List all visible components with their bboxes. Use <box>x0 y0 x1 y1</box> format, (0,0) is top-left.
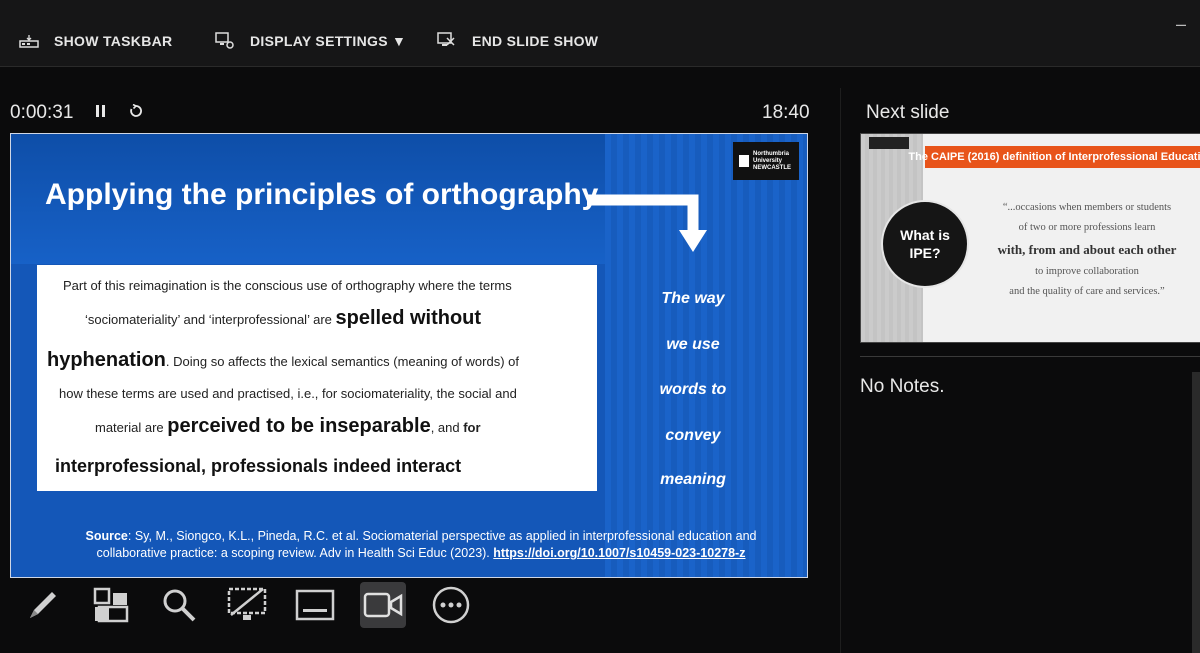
show-taskbar-label: SHOW TASKBAR <box>54 33 173 49</box>
pen-icon <box>30 592 56 618</box>
body-text: , and <box>430 420 464 435</box>
body-emphasis: interprofessional, professionals indeed … <box>55 456 462 476</box>
restart-icon[interactable] <box>129 102 143 124</box>
black-screen-button[interactable] <box>224 582 270 628</box>
taskbar-icon <box>18 30 40 52</box>
more-options-icon <box>432 586 470 624</box>
side-word: The way <box>661 290 725 307</box>
side-word: we use <box>666 336 720 353</box>
notes-scrollbar[interactable] <box>1192 372 1200 653</box>
end-slide-show-button[interactable]: END SLIDE SHOW <box>436 30 598 52</box>
screen-off-icon <box>227 587 267 620</box>
display-settings-button[interactable]: DISPLAY SETTINGS ▼ <box>214 30 406 52</box>
next-slide-thumbnail[interactable]: The CAIPE (2016) definition of Interprof… <box>860 133 1200 343</box>
body-text: material are <box>95 420 168 435</box>
side-word: convey <box>665 427 721 444</box>
slide-title: Applying the principles of orthography <box>45 178 599 211</box>
quote-line: to improve collaboration <box>1035 266 1139 277</box>
speaker-notes: No Notes. <box>860 376 945 397</box>
subtitles-button[interactable] <box>292 582 338 628</box>
slide-text-box: Part of this reimagination is the consci… <box>37 265 597 491</box>
body-line-6: interprofessional, professionals indeed … <box>55 457 615 477</box>
panel-divider <box>840 88 841 653</box>
quote-line: “...occasions when members or students <box>1002 202 1172 213</box>
body-text: ‘sociomateriality’ and ‘interprofessiona… <box>85 312 336 327</box>
slide-source-citation: Source: Sy, M., Siongco, K.L., Pineda, R… <box>51 528 791 562</box>
body-line-4: how these terms are used and practised, … <box>59 386 517 401</box>
bent-arrow-icon <box>587 194 707 252</box>
timer-bar: 0:00:31 <box>10 102 143 124</box>
display-settings-icon <box>214 30 236 52</box>
elapsed-time: 0:00:31 <box>10 102 74 123</box>
thumbnail-header: The CAIPE (2016) definition of Interprof… <box>908 146 1200 168</box>
logo-text: Northumbria University NEWCASTLE <box>753 150 791 171</box>
current-slide[interactable]: Applying the principles of orthography N… <box>10 133 808 578</box>
body-emphasis: for <box>463 420 481 435</box>
body-line-2: ‘sociomateriality’ and ‘interprofessiona… <box>85 307 645 329</box>
thumbnail-logo <box>869 137 909 149</box>
display-settings-label: DISPLAY SETTINGS ▼ <box>250 33 407 49</box>
more-options-button[interactable] <box>428 582 474 628</box>
body-emphasis: spelled without <box>335 307 482 329</box>
crest-icon <box>739 155 749 167</box>
slides-grid-icon <box>93 587 129 623</box>
side-word: meaning <box>660 471 726 488</box>
body-emphasis: perceived to be inseparable <box>167 415 431 437</box>
quote-line: of two or more professions learn <box>1018 222 1156 233</box>
slide-grid-button[interactable] <box>88 582 134 628</box>
university-logo: Northumbria University NEWCASTLE <box>733 142 799 180</box>
source-label: Source <box>85 529 128 543</box>
ipe-circle-line-1: What is <box>900 227 950 243</box>
show-taskbar-button[interactable]: SHOW TASKBAR <box>18 30 172 52</box>
body-line-5: material are perceived to be inseparable… <box>95 415 655 437</box>
zoom-button[interactable] <box>156 582 202 628</box>
pause-icon[interactable] <box>95 102 107 124</box>
body-emphasis: hyphenation <box>47 349 166 371</box>
presenter-toolbar: SHOW TASKBAR DISPLAY SETTINGS ▼ END SLID… <box>0 0 1200 67</box>
quote-line: with, from and about each other <box>997 242 1177 257</box>
end-show-icon <box>436 30 458 52</box>
current-clock: 18:40 <box>762 102 810 123</box>
quote-line: and the quality of care and services.” <box>1009 286 1165 297</box>
notes-divider <box>860 356 1200 357</box>
end-slide-show-label: END SLIDE SHOW <box>472 33 599 49</box>
ipe-circle: What is IPE? <box>881 200 969 288</box>
body-text: . Doing so affects the lexical semantics… <box>165 354 519 369</box>
body-line-3: hyphenation. Doing so affects the lexica… <box>47 349 607 371</box>
source-doi-link[interactable]: https://doi.org/10.1007/s10459-023-10278… <box>493 546 745 560</box>
next-slide-label: Next slide <box>866 102 950 123</box>
minimize-button[interactable]: – <box>1176 14 1186 35</box>
pen-tool-button[interactable] <box>20 582 66 628</box>
camera-button[interactable] <box>360 582 406 628</box>
subtitles-icon <box>295 589 335 621</box>
body-line-1: Part of this reimagination is the consci… <box>63 278 512 293</box>
ipe-circle-line-2: IPE? <box>909 245 941 261</box>
magnifier-icon <box>163 589 196 622</box>
side-word: words to <box>659 381 727 398</box>
camera-icon <box>363 592 403 618</box>
presenter-tools <box>20 580 496 630</box>
